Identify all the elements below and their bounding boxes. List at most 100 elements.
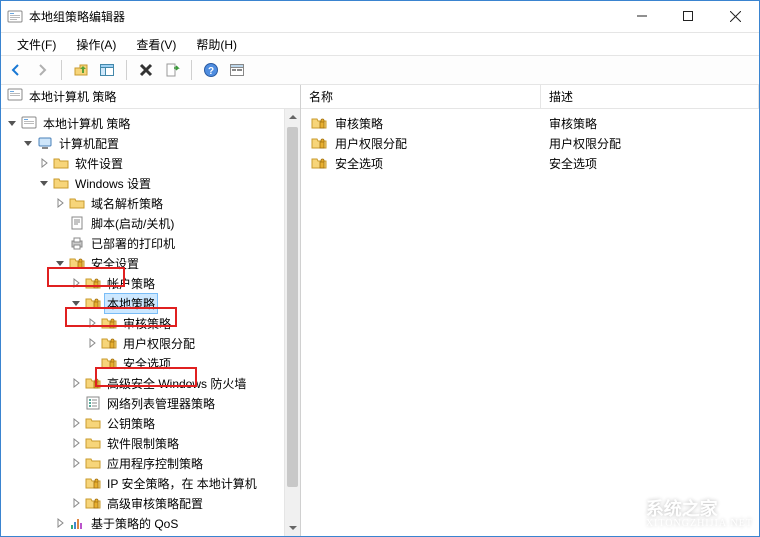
expander-icon[interactable]	[69, 496, 83, 510]
column-desc[interactable]: 描述	[541, 84, 759, 109]
folder-lock-icon	[311, 115, 327, 131]
expander-icon[interactable]	[69, 376, 83, 390]
tree-network-list[interactable]: 网络列表管理器策略	[1, 393, 300, 413]
expander-icon[interactable]	[69, 276, 83, 290]
expander-icon[interactable]	[21, 136, 35, 150]
show-hide-tree-button[interactable]	[96, 59, 118, 81]
menu-view[interactable]: 查看(V)	[126, 34, 186, 55]
scroll-up-button[interactable]	[285, 109, 300, 125]
folder-lock-icon	[101, 355, 117, 371]
folder-lock-icon	[311, 135, 327, 151]
tree-software-restriction[interactable]: 软件限制策略	[1, 433, 300, 453]
comp-icon	[37, 135, 53, 151]
tree-label: 域名解析策略	[89, 194, 165, 213]
pol-icon	[21, 115, 37, 131]
tree-label: 本地策略	[105, 294, 157, 313]
expander-icon[interactable]	[5, 116, 19, 130]
tree-label: 应用程序控制策略	[105, 454, 205, 473]
tree-label: 已部署的打印机	[89, 234, 177, 253]
folder-lock-icon	[85, 375, 101, 391]
scroll-thumb[interactable]	[287, 127, 298, 487]
expander-icon[interactable]	[53, 516, 67, 530]
folder-icon	[53, 155, 69, 171]
expander-icon[interactable]	[85, 336, 99, 350]
policy-root-icon	[7, 87, 23, 106]
toolbar-separator	[191, 60, 192, 80]
tree-firewall[interactable]: 高级安全 Windows 防火墙	[1, 373, 300, 393]
tree-user-rights[interactable]: 用户权限分配	[1, 333, 300, 353]
tree-advanced-audit[interactable]: 高级审核策略配置	[1, 493, 300, 513]
expander-icon[interactable]	[69, 416, 83, 430]
netlist-icon	[85, 395, 101, 411]
tree-security-settings[interactable]: 安全设置	[1, 253, 300, 273]
tree-root[interactable]: 本地计算机 策略	[1, 113, 300, 133]
list-name: 审核策略	[335, 115, 383, 132]
up-button[interactable]	[70, 59, 92, 81]
tree[interactable]: 本地计算机 策略计算机配置软件设置Windows 设置域名解析策略脚本(启动/关…	[1, 109, 300, 536]
watermark-brand: 系统之家	[646, 500, 753, 518]
expander-icon[interactable]	[69, 436, 83, 450]
folder-lock-icon	[101, 315, 117, 331]
tree-qos[interactable]: 基于策略的 QoS	[1, 513, 300, 533]
tree-printers[interactable]: 已部署的打印机	[1, 233, 300, 253]
back-button[interactable]	[5, 59, 27, 81]
expander-icon[interactable]	[85, 316, 99, 330]
folder-icon	[53, 175, 69, 191]
folder-icon	[69, 195, 85, 211]
folder-lock-icon	[69, 255, 85, 271]
tree-app-control[interactable]: 应用程序控制策略	[1, 453, 300, 473]
list-desc: 安全选项	[541, 155, 759, 172]
close-button[interactable]	[711, 1, 759, 31]
delete-button[interactable]	[135, 59, 157, 81]
tree-header-label: 本地计算机 策略	[29, 88, 116, 105]
folder-icon	[85, 435, 101, 451]
tree-scrollbar[interactable]	[284, 109, 300, 536]
tree-computer-config[interactable]: 计算机配置	[1, 133, 300, 153]
maximize-button[interactable]	[665, 1, 711, 31]
toolbar-separator	[61, 60, 62, 80]
expander-icon[interactable]	[53, 196, 67, 210]
tree-ipsec[interactable]: IP 安全策略，在 本地计算机	[1, 473, 300, 493]
tree-windows-settings[interactable]: Windows 设置	[1, 173, 300, 193]
tree-dns-policy[interactable]: 域名解析策略	[1, 193, 300, 213]
list-row[interactable]: 安全选项安全选项	[301, 153, 759, 173]
tree-account-policies[interactable]: 帐户策略	[1, 273, 300, 293]
tree-label: 公钥策略	[105, 414, 157, 433]
expander-icon[interactable]	[53, 256, 67, 270]
tree-label: IP 安全策略，在 本地计算机	[105, 474, 259, 493]
tree-label: 计算机配置	[57, 134, 121, 153]
tree-scripts[interactable]: 脚本(启动/关机)	[1, 213, 300, 233]
list-desc: 审核策略	[541, 115, 759, 132]
folder-lock-icon	[85, 475, 101, 491]
qos-icon	[69, 515, 85, 531]
menubar: 文件(F) 操作(A) 查看(V) 帮助(H)	[1, 33, 759, 55]
menu-help[interactable]: 帮助(H)	[186, 34, 247, 55]
menu-action[interactable]: 操作(A)	[66, 34, 126, 55]
scroll-down-button[interactable]	[285, 520, 300, 536]
tree-local-policies[interactable]: 本地策略	[1, 293, 300, 313]
tree-pane: 本地计算机 策略 本地计算机 策略计算机配置软件设置Windows 设置域名解析…	[1, 85, 301, 536]
forward-button[interactable]	[31, 59, 53, 81]
list-header: 名称 描述	[301, 85, 759, 109]
filter-button[interactable]	[226, 59, 248, 81]
expander-icon[interactable]	[69, 296, 83, 310]
tree-public-key[interactable]: 公钥策略	[1, 413, 300, 433]
help-button[interactable]: ?	[200, 59, 222, 81]
menu-file[interactable]: 文件(F)	[7, 34, 66, 55]
minimize-button[interactable]	[619, 1, 665, 31]
expander-icon[interactable]	[69, 456, 83, 470]
tree-label: 高级安全 Windows 防火墙	[105, 374, 248, 393]
tree-audit-policy[interactable]: 审核策略	[1, 313, 300, 333]
script-icon	[69, 215, 85, 231]
column-name[interactable]: 名称	[301, 84, 541, 109]
tree-security-options[interactable]: 安全选项	[1, 353, 300, 373]
list[interactable]: 审核策略 审核策略用户权限分配用户权限分配安全选项安全选项	[301, 109, 759, 177]
toolbar-separator	[126, 60, 127, 80]
expander-icon[interactable]	[37, 156, 51, 170]
expander-icon[interactable]	[37, 176, 51, 190]
list-name: 用户权限分配	[335, 135, 407, 152]
list-row[interactable]: 用户权限分配用户权限分配	[301, 133, 759, 153]
export-button[interactable]	[161, 59, 183, 81]
list-row[interactable]: 审核策略 审核策略	[301, 113, 759, 133]
tree-software-settings[interactable]: 软件设置	[1, 153, 300, 173]
